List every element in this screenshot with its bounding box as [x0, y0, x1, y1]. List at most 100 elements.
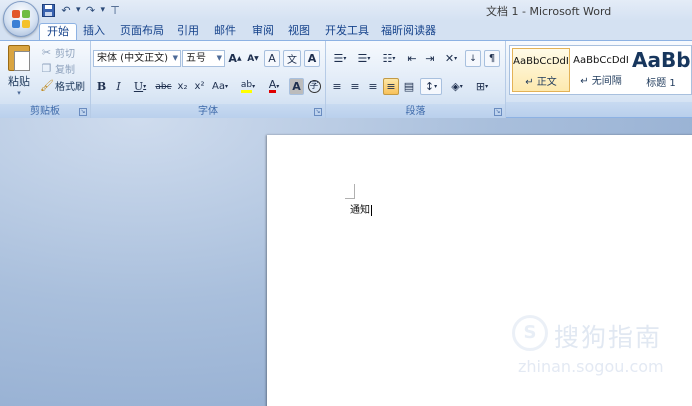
tab-page-layout[interactable]: 页面布局: [120, 23, 164, 40]
phonetic-guide-button[interactable]: 文: [283, 50, 301, 67]
clipboard-launcher-icon[interactable]: ↘: [79, 108, 87, 116]
paste-button[interactable]: 粘贴 ▾: [4, 43, 34, 99]
superscript-button[interactable]: x²: [192, 78, 207, 95]
paste-icon: [8, 45, 30, 71]
cut-button[interactable]: ✂ 剪切: [40, 44, 75, 60]
grow-font-button[interactable]: A ▲: [227, 50, 243, 67]
align-left-button[interactable]: ≡: [329, 78, 345, 95]
scissors-icon: ✂: [41, 45, 52, 59]
redo-dropdown-icon[interactable]: ▾: [101, 5, 106, 15]
tab-review[interactable]: 审阅: [252, 23, 274, 40]
copy-button[interactable]: ❐ 复制: [40, 60, 75, 76]
italic-button[interactable]: I: [111, 78, 126, 95]
chinese-layout-icon: ✕: [444, 52, 455, 65]
align-center-button[interactable]: ≡: [347, 78, 363, 95]
undo-icon[interactable]: ↶: [58, 2, 74, 18]
tab-view[interactable]: 视图: [288, 23, 310, 40]
line-spacing-button[interactable]: ↕ ▾: [420, 78, 442, 95]
char-shading-icon: A: [292, 80, 301, 93]
title-bar: ↶ ▾ ↷ ▾ ⊤ 文档 1 - Microsoft Word: [0, 0, 692, 21]
tab-foxit-reader[interactable]: 福昕阅读器: [381, 23, 436, 40]
enclose-char-button[interactable]: 字: [306, 78, 322, 95]
style-normal[interactable]: AaBbCcDdI ↵ 正文: [512, 48, 570, 92]
char-shading-button[interactable]: A: [289, 78, 304, 95]
enclose-char-icon: 字: [307, 80, 321, 93]
bullets-button[interactable]: ☰ ▾: [329, 50, 351, 67]
font-name-combo[interactable]: 宋体 (中文正文) ▼: [93, 50, 181, 67]
quick-access-toolbar: ↶ ▾ ↷ ▾ ⊤: [40, 2, 123, 18]
bullets-icon: ☰: [333, 52, 344, 65]
style-heading-1[interactable]: AaBb 标题 1: [632, 48, 690, 92]
strikethrough-button[interactable]: abc: [154, 78, 173, 95]
format-painter-button[interactable]: 🖌 格式刷: [40, 77, 85, 93]
window-title: 文档 1 - Microsoft Word: [486, 5, 612, 18]
decrease-indent-icon: ⇤: [407, 52, 417, 65]
document-body-text[interactable]: 通知: [350, 201, 372, 216]
underline-icon: U: [133, 80, 144, 93]
style-no-spacing[interactable]: AaBbCcDdI ↵ 无间隔: [572, 48, 630, 92]
font-group: 宋体 (中文正文) ▼ 五号 ▼ A ▲ A ▼ A 文 A B I U ▾ abc …: [91, 41, 326, 119]
numbering-button[interactable]: ☰ ▾: [353, 50, 375, 67]
highlight-button[interactable]: ab ▾: [236, 78, 260, 95]
font-name-dropdown-icon: ▼: [172, 54, 178, 62]
font-size-value: 五号: [186, 53, 206, 64]
style-normal-name: ↵ 正文: [525, 77, 557, 88]
chinese-layout-button[interactable]: ✕ ▾: [440, 50, 462, 67]
sort-icon: ↓: [469, 53, 477, 64]
clear-format-button[interactable]: A: [264, 50, 280, 67]
office-logo-icon: [12, 10, 31, 29]
subscript-button[interactable]: x₂: [175, 78, 190, 95]
shading-button[interactable]: ◈ ▾: [446, 78, 468, 95]
bold-button[interactable]: B: [94, 78, 109, 95]
align-left-icon: ≡: [332, 80, 342, 93]
clear-format-icon: A: [268, 52, 276, 65]
justify-button[interactable]: ≡: [383, 78, 399, 95]
tab-developer[interactable]: 开发工具: [325, 23, 369, 40]
office-button[interactable]: [3, 1, 39, 37]
paste-label: 粘贴: [8, 75, 30, 88]
distributed-button[interactable]: ▤: [401, 78, 417, 95]
change-case-icon: Aa: [212, 81, 225, 92]
shrink-font-icon: A: [247, 53, 255, 64]
font-color-button[interactable]: A ▾: [262, 78, 286, 95]
cut-label: 剪切: [55, 48, 75, 60]
undo-dropdown-icon[interactable]: ▾: [76, 5, 81, 15]
tab-mailings[interactable]: 邮件: [214, 23, 236, 40]
margin-corner-mark: [345, 184, 355, 199]
clipboard-group-label: 剪贴板: [0, 104, 90, 119]
sort-button[interactable]: ↓: [465, 50, 481, 67]
char-border-button[interactable]: A: [304, 50, 320, 67]
font-launcher-icon[interactable]: ↘: [314, 108, 322, 116]
font-color-icon: A: [268, 78, 277, 93]
font-size-combo[interactable]: 五号 ▼: [182, 50, 225, 67]
clipboard-group: 粘贴 ▾ ✂ 剪切 ❐ 复制 🖌 格式刷 剪贴板 ↘: [0, 41, 91, 119]
customize-qat-icon[interactable]: ⊤: [107, 2, 123, 18]
shrink-font-button[interactable]: A ▼: [245, 50, 261, 67]
tab-home[interactable]: 开始: [39, 23, 77, 40]
save-icon[interactable]: [40, 2, 56, 18]
change-case-button[interactable]: Aa ▾: [209, 78, 231, 95]
styles-group-label: [506, 102, 692, 117]
borders-icon: ⊞: [475, 80, 486, 93]
show-marks-button[interactable]: ¶: [484, 50, 500, 67]
grow-font-icon: A: [228, 52, 237, 65]
align-right-button[interactable]: ≡: [365, 78, 381, 95]
decrease-indent-button[interactable]: ⇤: [404, 50, 420, 67]
paragraph-launcher-icon[interactable]: ↘: [494, 108, 502, 116]
watermark-url: zhinan.sogou.com: [518, 357, 664, 376]
watermark-text: 搜狗指南: [554, 323, 663, 352]
tab-insert[interactable]: 插入: [83, 23, 105, 40]
tab-references[interactable]: 引用: [177, 23, 199, 40]
line-spacing-icon: ↕: [424, 80, 435, 93]
ribbon: 粘贴 ▾ ✂ 剪切 ❐ 复制 🖌 格式刷 剪贴板 ↘ 宋体 (中文正文) ▼ 五…: [0, 40, 692, 119]
multilevel-list-button[interactable]: ☷ ▾: [377, 50, 401, 67]
increase-indent-button[interactable]: ⇥: [422, 50, 438, 67]
styles-gallery: AaBbCcDdI ↵ 正文 AaBbCcDdI ↵ 无间隔 AaBb 标题 1: [509, 45, 692, 95]
increase-indent-icon: ⇥: [425, 52, 435, 65]
bold-icon: B: [96, 80, 107, 93]
redo-icon[interactable]: ↷: [83, 2, 99, 18]
underline-button[interactable]: U ▾: [129, 78, 151, 95]
borders-button[interactable]: ⊞ ▾: [471, 78, 493, 95]
align-center-icon: ≡: [350, 80, 360, 93]
paragraph-group-label: 段落: [326, 104, 505, 119]
